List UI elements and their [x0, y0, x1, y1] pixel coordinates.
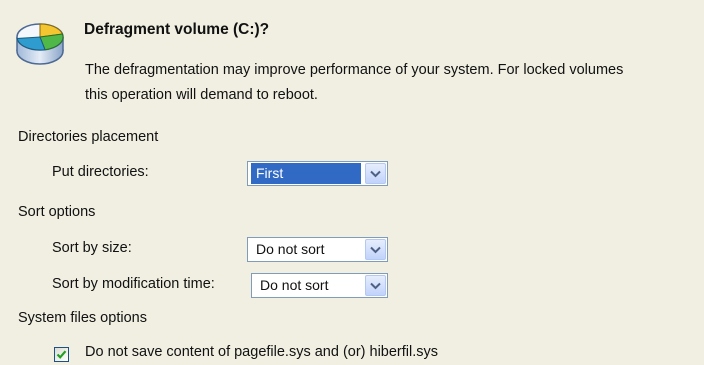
system-files-options-heading: System files options [18, 310, 147, 326]
disk-volume-icon [14, 17, 66, 67]
dialog-description: The defragmentation may improve performa… [85, 62, 624, 103]
put-directories-value: First [251, 163, 361, 184]
put-directories-label: Put directories: [52, 164, 149, 180]
sort-by-size-value: Do not sort [256, 241, 325, 257]
sort-by-modification-time-select[interactable]: Do not sort [251, 273, 388, 298]
sort-by-size-label: Sort by size: [52, 240, 132, 256]
skip-pagefile-checkbox[interactable] [54, 347, 69, 362]
dialog-header: Defragment volume (C:)? The defragmentat… [0, 0, 704, 118]
sort-by-size-select[interactable]: Do not sort [247, 237, 388, 262]
dialog-title: Defragment volume (C:)? [84, 21, 270, 38]
chevron-down-icon[interactable] [365, 239, 386, 260]
skip-pagefile-label[interactable]: Do not save content of pagefile.sys and … [85, 344, 438, 360]
put-directories-select[interactable]: First [247, 161, 388, 186]
checkmark-icon [56, 350, 67, 359]
directories-placement-heading: Directories placement [18, 129, 159, 145]
chevron-down-icon[interactable] [365, 163, 386, 184]
sort-by-modification-time-label: Sort by modification time: [52, 276, 215, 292]
chevron-down-icon[interactable] [365, 275, 386, 296]
defragment-options-panel: Defragment volume (C:)? The defragmentat… [0, 0, 704, 365]
sort-by-modification-time-value: Do not sort [260, 277, 329, 293]
sort-options-heading: Sort options [18, 204, 96, 220]
